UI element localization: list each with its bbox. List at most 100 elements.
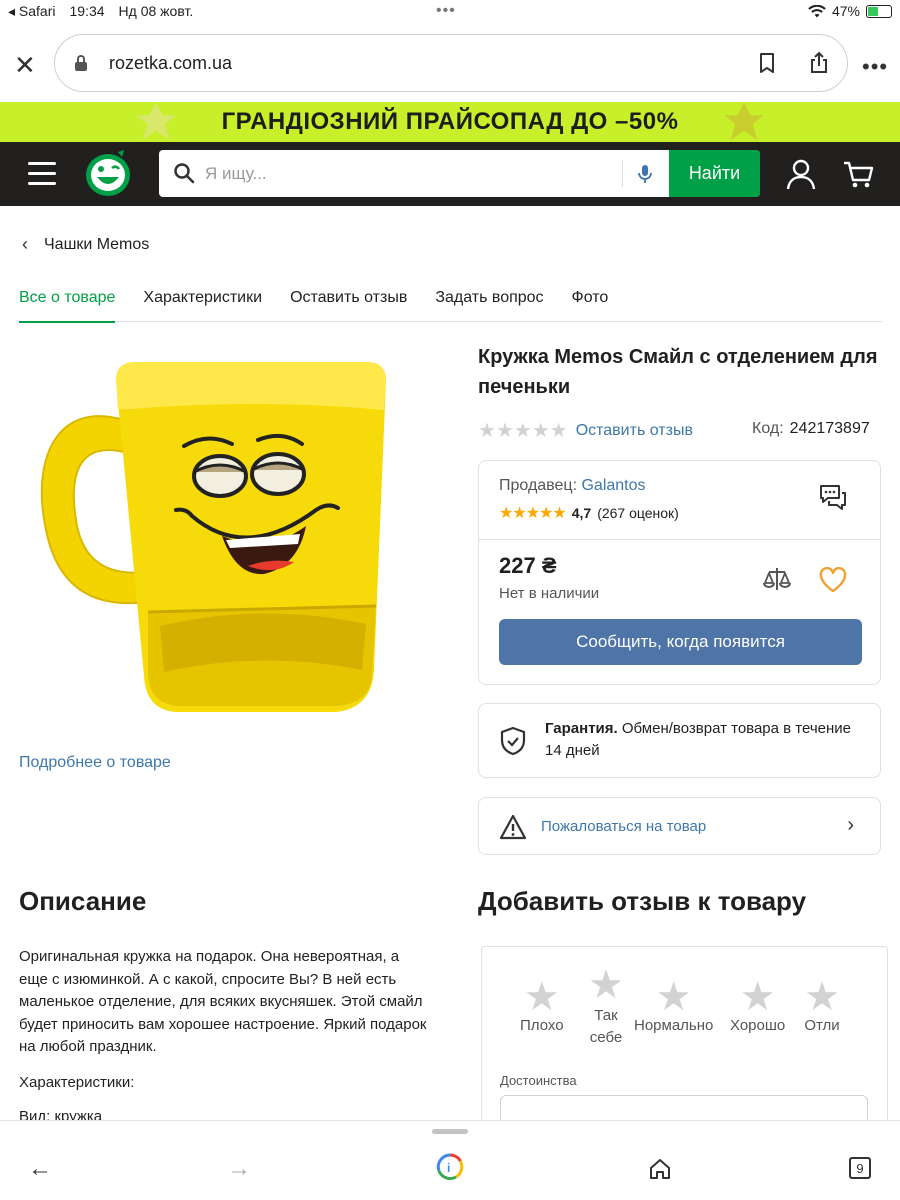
- chevron-left-icon: ‹: [22, 234, 28, 254]
- site-header: Найти: [0, 142, 900, 206]
- product-code-label: Код:: [752, 420, 784, 437]
- divider: [622, 160, 623, 187]
- rating-option-label: Хорошо: [730, 1017, 786, 1034]
- rating-option-label: Плохо: [520, 1017, 564, 1034]
- rating-star-icon: ★: [513, 420, 532, 442]
- product-title: Кружка Memos Смайл с отделением для пече…: [478, 346, 878, 398]
- warning-icon: [499, 814, 527, 840]
- product-image[interactable]: [36, 340, 416, 730]
- shield-check-icon: [500, 726, 526, 756]
- star-icon: ★: [655, 975, 692, 1019]
- rating-star-icon: ★: [478, 420, 496, 442]
- star-icon: ★: [804, 977, 840, 1019]
- wifi-icon: [808, 4, 826, 17]
- characteristics-label: Характеристики:: [19, 1074, 135, 1091]
- seller-rating-value: 4,7: [571, 505, 592, 521]
- seller-card: Продавец: Galantos ★★★★★ 4,7 (267 оценок…: [478, 460, 881, 685]
- tab-photo[interactable]: Фото: [572, 286, 609, 322]
- address-bar[interactable]: rozetka.com.ua: [54, 34, 848, 92]
- product-price: 227 ₴: [499, 553, 557, 578]
- product-tabs: Все о товаре Характеристики Оставить отз…: [19, 286, 882, 323]
- tabs-count-icon[interactable]: 9: [849, 1157, 871, 1179]
- rating-option-label: Отли: [804, 1017, 840, 1034]
- back-to-app[interactable]: ◂ Safari: [8, 3, 56, 20]
- rating-star-icon: ★: [549, 420, 568, 442]
- promo-text: ГРАНДІОЗНИЙ ПРАЙСОПАД ДО –50%: [221, 108, 679, 135]
- search-input[interactable]: [205, 150, 615, 197]
- cart-icon[interactable]: [842, 158, 874, 190]
- rating-star-icon: ★: [531, 420, 550, 442]
- user-icon[interactable]: [786, 158, 816, 190]
- guarantee-title: Гарантия.: [545, 720, 618, 737]
- rozetka-logo[interactable]: [84, 148, 132, 198]
- search-bar: Найти: [159, 150, 760, 197]
- share-icon[interactable]: [807, 51, 831, 75]
- complain-link[interactable]: Пожаловаться на товар: [541, 818, 706, 835]
- status-bar: ◂ Safari 19:34 Нд 08 жовт. ••• 47%: [0, 0, 900, 24]
- divider: [479, 539, 880, 540]
- status-date: Нд 08 жовт.: [118, 3, 194, 19]
- seller-label: Продавец:: [499, 477, 578, 494]
- review-form: ★ Плохо ★ Так себе ★ Нормально ★ Хорошо …: [481, 946, 888, 1146]
- forward-arrow-icon[interactable]: →: [227, 1155, 251, 1183]
- more-options-icon[interactable]: •••: [862, 54, 888, 80]
- status-time: 19:34: [69, 3, 105, 19]
- browser-toolbar: ✕ rozetka.com.ua •••: [0, 28, 900, 100]
- guarantee-card: Гарантия. Обмен/возврат товара в течение…: [478, 703, 881, 778]
- rating-option-so-so[interactable]: ★ Так себе: [586, 965, 626, 1049]
- search-button[interactable]: Найти: [669, 150, 760, 197]
- seller-rating: ★★★★★ 4,7 (267 оценок): [499, 503, 679, 523]
- menu-icon[interactable]: [28, 162, 56, 186]
- drag-handle[interactable]: [432, 1129, 468, 1134]
- close-icon[interactable]: ✕: [14, 50, 36, 81]
- home-icon[interactable]: [648, 1157, 672, 1181]
- seller-ratings-count: (267 оценок): [597, 505, 679, 521]
- microphone-icon[interactable]: [637, 164, 653, 184]
- tab-leave-review[interactable]: Оставить отзыв: [290, 286, 407, 322]
- google-lens-icon[interactable]: i: [436, 1153, 464, 1181]
- rating-star-icon: ★: [495, 420, 514, 442]
- rating-option-normal[interactable]: ★ Нормально: [634, 977, 713, 1034]
- notify-when-available-button[interactable]: Сообщить, когда появится: [499, 619, 862, 665]
- rating-option-bad[interactable]: ★ Плохо: [520, 977, 564, 1034]
- multitask-dots-icon[interactable]: •••: [436, 2, 456, 20]
- heart-icon[interactable]: [819, 567, 847, 593]
- leave-review-link[interactable]: Оставить отзыв: [576, 422, 693, 440]
- seller-name-link[interactable]: Galantos: [581, 477, 645, 494]
- leaf-decoration-icon: [724, 102, 764, 140]
- back-app-label: Safari: [18, 3, 56, 19]
- product-code-value: 242173897: [789, 420, 870, 437]
- bookmark-icon[interactable]: [755, 51, 779, 75]
- leaf-decoration-icon: [136, 102, 176, 140]
- rating-option-label: Нормально: [634, 1017, 714, 1034]
- svg-text:i: i: [447, 1161, 450, 1175]
- availability-status: Нет в наличии: [499, 585, 600, 602]
- seller-stars-icon: ★★★★★: [499, 505, 567, 522]
- merits-label: Достоинства: [500, 1073, 577, 1088]
- search-icon: [174, 163, 195, 184]
- lock-icon: [75, 55, 87, 71]
- chat-icon[interactable]: [818, 483, 848, 513]
- complain-card[interactable]: Пожаловаться на товар ›: [478, 797, 881, 855]
- tab-all-about[interactable]: Все о товаре: [19, 286, 116, 323]
- breadcrumb-label: Чашки Memos: [44, 235, 150, 253]
- product-code: Код: 242173897: [752, 420, 870, 438]
- seller-line: Продавец: Galantos: [499, 477, 646, 495]
- url-text: rozetka.com.ua: [109, 53, 233, 73]
- star-icon: ★: [588, 963, 624, 1007]
- guarantee-text: Гарантия. Обмен/возврат товара в течение…: [545, 718, 865, 762]
- tab-ask-question[interactable]: Задать вопрос: [435, 286, 543, 322]
- back-arrow-icon[interactable]: ←: [28, 1155, 52, 1183]
- rating-option-excellent[interactable]: ★ Отли: [802, 977, 842, 1034]
- promo-banner[interactable]: ГРАНДІОЗНИЙ ПРАЙСОПАД ДО –50%: [0, 102, 900, 142]
- battery-percent: 47%: [831, 3, 860, 19]
- product-rating[interactable]: ★ ★ ★ ★ ★ Оставить отзыв: [478, 418, 693, 443]
- browser-bottom-bar: ← → i 9: [0, 1120, 900, 1200]
- rating-option-good[interactable]: ★ Хорошо: [730, 977, 785, 1034]
- tab-characteristics[interactable]: Характеристики: [143, 286, 262, 322]
- chevron-right-icon: ›: [847, 814, 854, 836]
- more-about-product-link[interactable]: Подробнее о товаре: [19, 754, 171, 772]
- breadcrumb[interactable]: ‹ Чашки Memos: [22, 234, 149, 255]
- star-icon: ★: [739, 975, 776, 1019]
- compare-scales-icon[interactable]: [761, 565, 793, 593]
